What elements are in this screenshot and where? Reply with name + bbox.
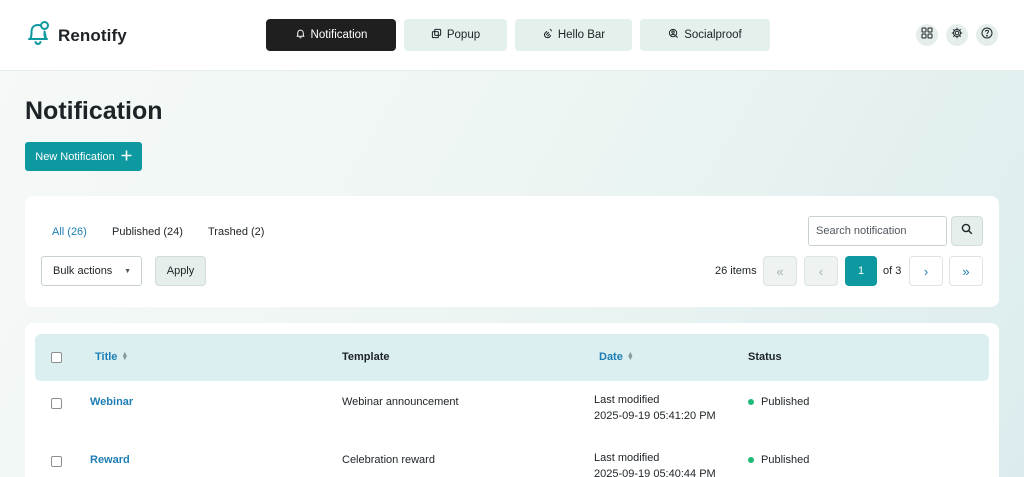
row-title-link[interactable]: Webinar (90, 396, 133, 408)
plus-icon (121, 149, 132, 164)
tab-popup-label: Popup (446, 29, 481, 41)
row-date: Last modified 2025-09-19 05:41:20 PM (594, 392, 716, 424)
brand[interactable]: Renotify (26, 20, 127, 51)
tab-popup[interactable]: Popup (404, 19, 507, 51)
column-template: Template (342, 351, 390, 363)
apply-button[interactable]: Apply (155, 256, 206, 286)
filter-all[interactable]: All (26) (52, 226, 87, 238)
select-all-checkbox[interactable] (51, 352, 62, 363)
status-dot (748, 399, 754, 405)
row-date-label: Last modified (594, 452, 660, 464)
prev-page-button[interactable]: ‹ (804, 256, 838, 286)
search-input[interactable] (808, 216, 947, 246)
tab-notification[interactable]: Notification (266, 19, 396, 51)
brand-name: Renotify (58, 25, 127, 45)
popup-icon (431, 28, 442, 42)
row-checkbox[interactable] (51, 456, 62, 467)
notification-table: Title ▲ ▼ Template Date ▲ ▼ Status Webinar… (25, 323, 999, 477)
column-title-label: Title (95, 351, 118, 363)
page-total: of 3 (883, 265, 902, 277)
column-date-label: Date (599, 351, 623, 363)
tab-notification-label: Notification (310, 29, 368, 41)
first-page-button[interactable]: « (763, 256, 797, 286)
new-notification-label: New Notification (35, 150, 115, 163)
row-status: Published (748, 396, 809, 408)
last-page-button[interactable]: » (949, 256, 983, 286)
row-template: Webinar announcement (342, 396, 459, 408)
chevron-down-icon: ▼ (124, 268, 131, 275)
filter-card: All (26) Published (24) Trashed (2) Bulk… (25, 196, 999, 307)
column-status: Status (748, 351, 782, 363)
settings-button[interactable] (946, 24, 968, 46)
row-status: Published (748, 454, 809, 466)
page-title: Notification (25, 97, 163, 125)
help-button[interactable] (976, 24, 998, 46)
column-title[interactable]: Title ▲ ▼ (95, 351, 128, 363)
next-page-button[interactable]: › (909, 256, 943, 286)
bulk-actions-select[interactable]: Bulk actions ▼ (41, 256, 142, 286)
sort-icon: ▲ ▼ (626, 351, 634, 362)
table-header: Title ▲ ▼ Template Date ▲ ▼ Status (35, 334, 989, 381)
filter-published[interactable]: Published (24) (112, 226, 183, 238)
row-date-value: 2025-09-19 05:40:44 PM (594, 468, 716, 477)
gear-icon (951, 26, 963, 44)
row-status-label: Published (761, 454, 810, 466)
filter-trashed[interactable]: Trashed (2) (208, 226, 264, 238)
sort-icon: ▲ ▼ (121, 351, 129, 362)
row-date: Last modified 2025-09-19 05:40:44 PM (594, 450, 716, 477)
table-row: Reward Celebration reward Last modified … (25, 439, 999, 477)
search-icon (961, 222, 973, 240)
bell-logo-icon (26, 20, 50, 51)
help-icon (981, 26, 993, 44)
current-page[interactable]: 1 (845, 256, 877, 286)
row-date-value: 2025-09-19 05:41:20 PM (594, 410, 716, 422)
top-navbar: Renotify Notification Popup Hello Bar So… (0, 0, 1024, 71)
socialproof-icon (668, 28, 679, 42)
hand-wave-icon (542, 28, 553, 42)
column-date[interactable]: Date ▲ ▼ (599, 351, 634, 363)
bell-icon (295, 28, 306, 42)
tab-hello-bar-label: Hello Bar (557, 29, 606, 41)
grid-icon (921, 26, 933, 44)
items-count: 26 items (715, 265, 757, 277)
search-button[interactable] (951, 216, 983, 246)
tab-hello-bar[interactable]: Hello Bar (515, 19, 632, 51)
tab-socialproof[interactable]: Socialproof (640, 19, 770, 51)
row-title-link[interactable]: Reward (90, 454, 130, 466)
tab-socialproof-label: Socialproof (684, 29, 742, 41)
row-checkbox[interactable] (51, 398, 62, 409)
apps-button[interactable] (916, 24, 938, 46)
new-notification-button[interactable]: New Notification (25, 142, 142, 171)
bulk-actions-value: Bulk actions (53, 265, 113, 277)
table-row: Webinar Webinar announcement Last modifi… (25, 381, 999, 439)
row-status-label: Published (761, 396, 810, 408)
row-template: Celebration reward (342, 454, 435, 466)
row-date-label: Last modified (594, 394, 660, 406)
status-dot (748, 457, 754, 463)
